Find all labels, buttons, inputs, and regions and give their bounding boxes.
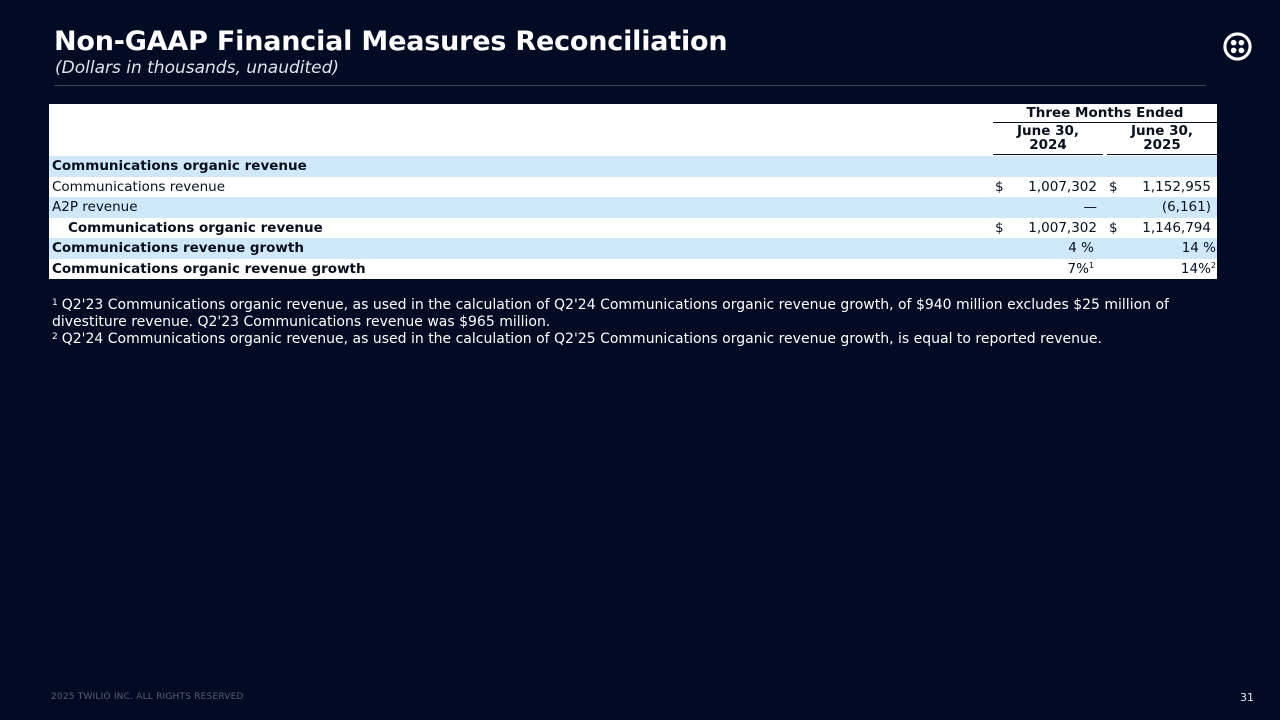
page-number: 31 [1240,691,1254,704]
row-label: Communications organic revenue growth [52,260,366,277]
table-body: Communications organic revenue Communicat… [49,156,1217,279]
cell-value: 14 % [1181,240,1216,256]
value-cell-v2: $1,152,955 [1107,177,1217,198]
column-header-2024: June 30, 2024 [993,124,1103,155]
twilio-logo-icon [1223,32,1252,61]
row-label: A2P revenue [52,199,138,215]
page-title: Non-GAAP Financial Measures Reconciliati… [54,26,728,57]
cell-value: 1,007,302 [1028,178,1097,195]
table-row: Communications organic revenue [49,156,1217,177]
cell-value: 1,146,794 [1142,219,1211,236]
value-cell-v2: 14%2 [1107,259,1217,280]
title-divider [54,85,1206,86]
row-label: Communications organic revenue [52,158,307,174]
cell-value: 14%2 [1180,260,1216,277]
table-row: Communications revenue growth 4 % 14 % [49,238,1217,259]
row-label: Communications organic revenue [68,219,323,236]
period-header: Three Months Ended [993,105,1217,123]
copyright: 2025 TWILIO INC. ALL RIGHTS RESERVED [51,692,244,702]
footnote-marker-2: 2 [52,332,58,342]
footnote-2: 2 Q2'24 Communications organic revenue, a… [52,331,1202,348]
value-cell-v2: 14 % [1107,238,1217,259]
table-row: A2P revenue — (6,161) [49,197,1217,219]
currency-symbol: $ [995,178,1004,195]
value-cell-v1: 7%1 [993,259,1103,280]
column-header-2025: June 30, 2025 [1107,124,1217,155]
currency-symbol: $ [1109,219,1118,236]
cell-value: 7%1 [1067,260,1094,277]
cell-value: 1,152,955 [1142,178,1211,195]
table-row: Communications revenue $1,007,302 $1,152,9… [49,176,1217,198]
value-cell-v1: 4 % [993,238,1103,259]
row-label: Communications revenue growth [52,240,304,256]
table-row: Communications organic revenue $1,007,302… [49,217,1217,241]
value-cell-v1: $1,007,302 [993,177,1103,198]
row-label: Communications revenue [52,178,226,195]
value-cell-v1: — [993,197,1103,219]
cell-value: 1,007,302 [1028,219,1097,236]
footnotes: 1 Q2'23 Communications organic revenue, a… [52,297,1202,348]
cell-value: 4 % [1068,240,1094,256]
footnote-ref: 1 [1088,260,1094,270]
value-cell-v2 [1107,156,1217,177]
reconciliation-table: Three Months Ended June 30, 2024 June 30,… [49,104,1217,279]
value-cell-v1 [993,156,1103,177]
currency-symbol: $ [1109,178,1118,195]
currency-symbol: $ [995,219,1004,236]
cell-value: (6,161) [1161,199,1211,215]
footnote-marker-1: 1 [52,298,58,308]
footnote-ref: 2 [1210,260,1216,270]
value-cell-v2: (6,161) [1107,197,1217,219]
table-header: Three Months Ended June 30, 2024 June 30,… [49,104,1217,156]
footnote-text-1: Q2'23 Communications organic revenue, as… [52,297,1169,330]
table-row: Communications organic revenue growth 7%1… [49,258,1217,280]
footnote-1: 1 Q2'23 Communications organic revenue, a… [52,297,1202,331]
page-subtitle: (Dollars in thousands, unaudited) [55,58,340,78]
cell-value: — [1083,199,1098,215]
footnote-text-2: Q2'24 Communications organic revenue, as… [61,331,1102,347]
